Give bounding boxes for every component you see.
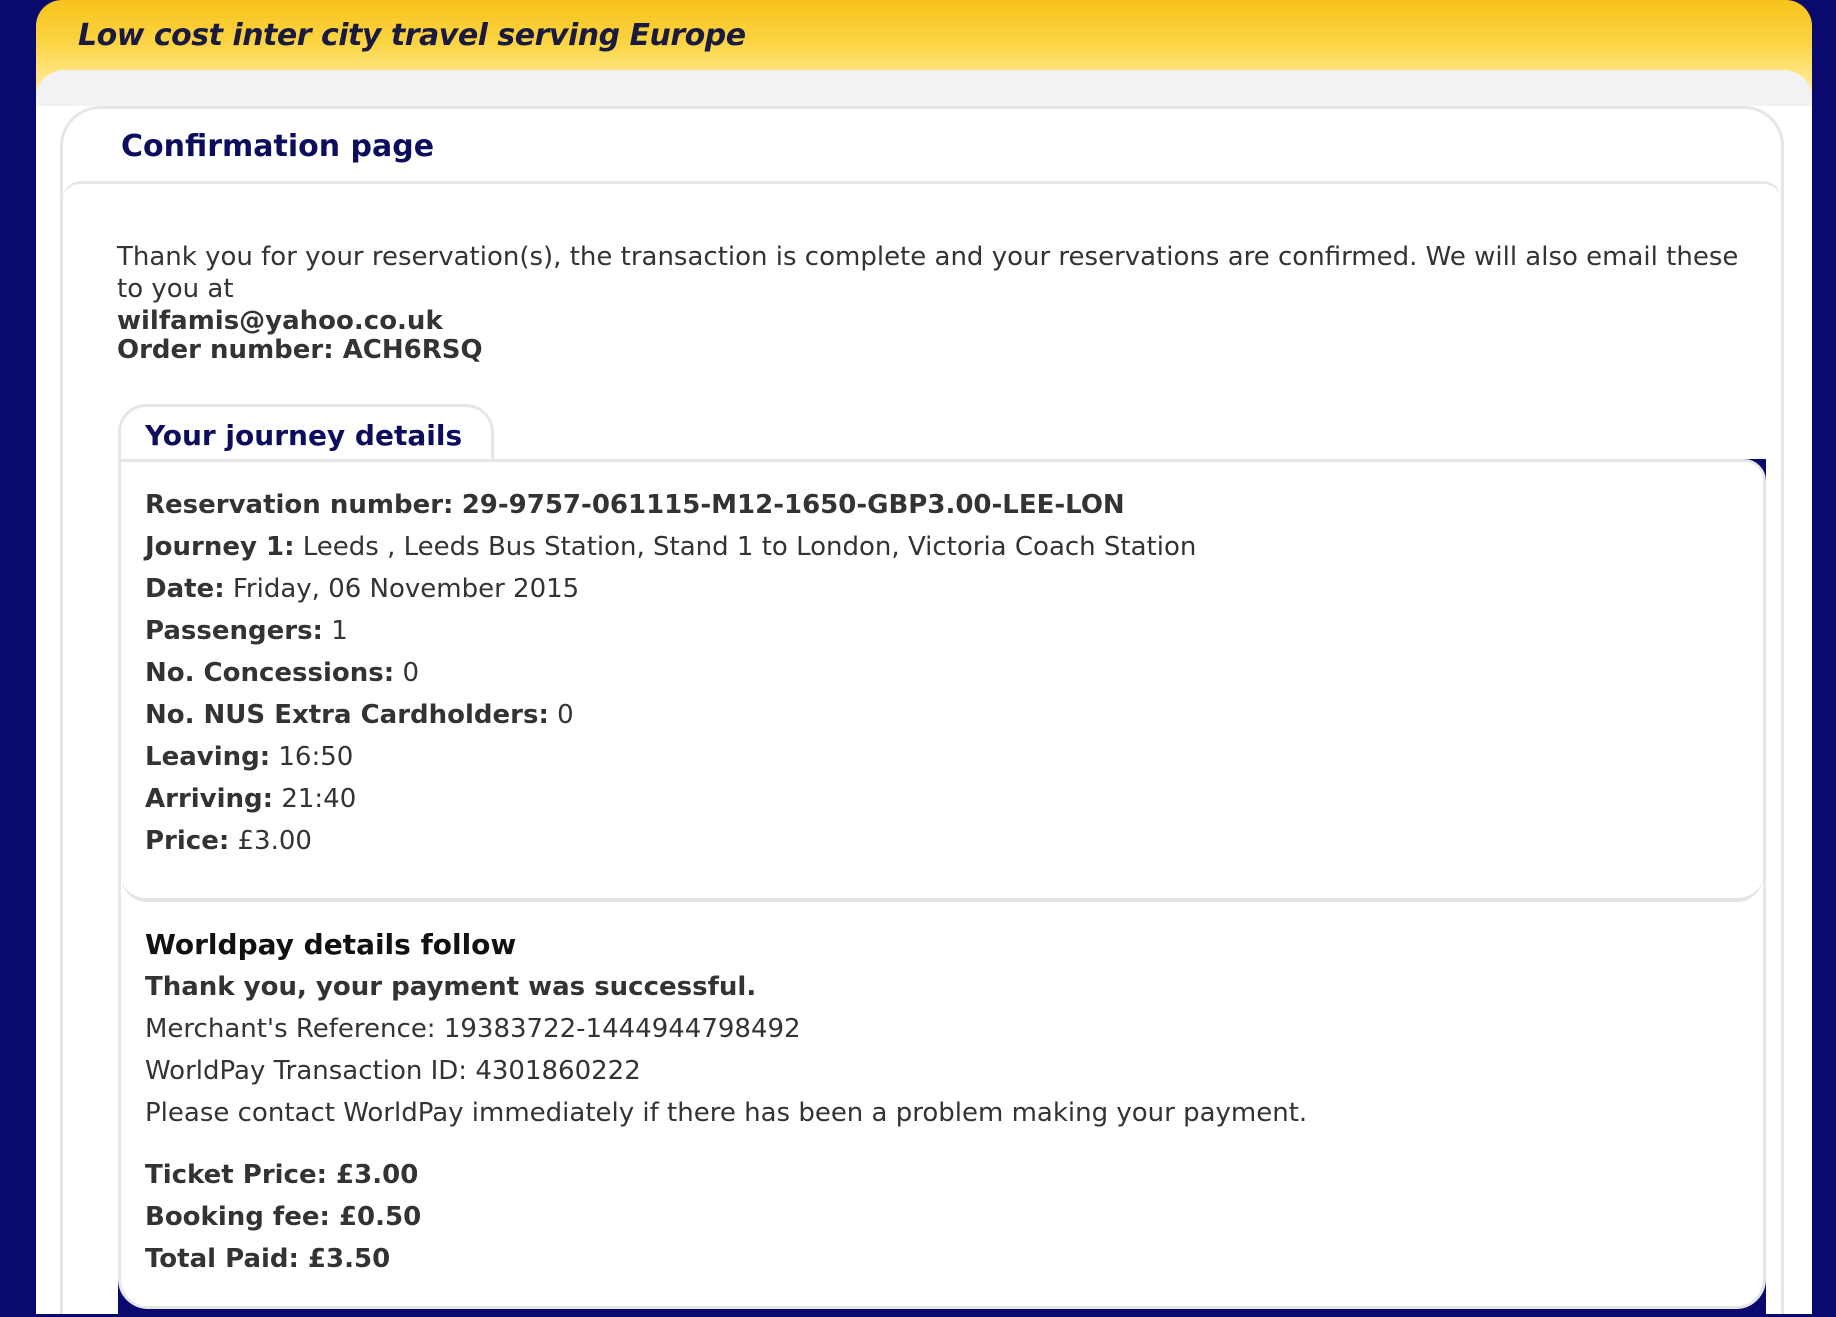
row-label: Passengers:: [145, 616, 323, 646]
row-label: No. NUS Extra Cardholders:: [145, 700, 549, 730]
row-label: Date:: [145, 574, 225, 604]
passengers-row: Passengers: 1: [145, 616, 348, 646]
transaction-id: WorldPay Transaction ID: 4301860222: [145, 1056, 641, 1086]
payment-success-message: Thank you, your payment was successful.: [145, 972, 757, 1002]
row-value: Friday, 06 November 2015: [232, 574, 580, 604]
journey-row: Journey 1: Leeds , Leeds Bus Station, St…: [145, 532, 1196, 562]
page: Low cost inter city travel serving Europ…: [36, 0, 1812, 1317]
row-label: Reservation number:: [145, 490, 454, 520]
intro-text: Thank you for your reservation(s), the t…: [117, 241, 1757, 337]
order-value: ACH6RSQ: [342, 335, 483, 365]
journey-details-box: Reservation number: 29-9757-061115-M12-1…: [121, 462, 1763, 902]
row-label: Price:: [145, 826, 230, 856]
reservation-number-row: Reservation number: 29-9757-061115-M12-1…: [145, 490, 1125, 520]
email-address: wilfamis@yahoo.co.uk: [117, 306, 443, 336]
journey-section: Reservation number: 29-9757-061115-M12-1…: [118, 459, 1766, 1317]
row-value: 0: [402, 658, 419, 688]
leaving-row: Leaving: 16:50: [145, 742, 353, 772]
date-row: Date: Friday, 06 November 2015: [145, 574, 579, 604]
header-banner: Low cost inter city travel serving Europ…: [36, 0, 1812, 106]
arriving-row: Arriving: 21:40: [145, 784, 356, 814]
title-divider: [63, 181, 1781, 199]
tab-journey-details: Your journey details: [118, 404, 494, 464]
worldpay-title: Worldpay details follow: [145, 928, 517, 961]
banner-strip: [36, 70, 1812, 106]
order-number: Order number: ACH6RSQ: [117, 335, 483, 365]
tab-label: Your journey details: [145, 419, 463, 452]
content-area: Confirmation page Thank you for your res…: [36, 106, 1812, 1317]
booking-fee: Booking fee: £0.50: [145, 1202, 422, 1232]
confirmation-panel: Confirmation page Thank you for your res…: [60, 106, 1784, 1317]
row-value: 29-9757-061115-M12-1650-GBP3.00-LEE-LON: [461, 490, 1125, 520]
price-row: Price: £3.00: [145, 826, 312, 856]
row-label: Leaving:: [145, 742, 271, 772]
total-paid: Total Paid: £3.50: [145, 1244, 391, 1274]
nus-cardholders-row: No. NUS Extra Cardholders: 0: [145, 700, 574, 730]
row-label: Arriving:: [145, 784, 274, 814]
site-tagline: Low cost inter city travel serving Europ…: [78, 18, 746, 53]
page-title: Confirmation page: [121, 129, 435, 164]
row-value: 1: [331, 616, 348, 646]
row-value: 16:50: [278, 742, 354, 772]
ticket-price: Ticket Price: £3.00: [145, 1160, 419, 1190]
row-value: £3.00: [237, 826, 312, 856]
contact-notice: Please contact WorldPay immediately if t…: [145, 1098, 1308, 1128]
order-label: Order number:: [117, 335, 334, 365]
row-label: No. Concessions:: [145, 658, 395, 688]
journey-panel: Reservation number: 29-9757-061115-M12-1…: [118, 459, 1766, 1309]
concessions-row: No. Concessions: 0: [145, 658, 419, 688]
intro-message: Thank you for your reservation(s), the t…: [117, 242, 1739, 304]
row-value: Leeds , Leeds Bus Station, Stand 1 to Lo…: [302, 532, 1197, 562]
row-value: 0: [557, 700, 574, 730]
row-label: Journey 1:: [145, 532, 295, 562]
merchant-reference: Merchant's Reference: 19383722-144494479…: [145, 1014, 801, 1044]
row-value: 21:40: [281, 784, 357, 814]
